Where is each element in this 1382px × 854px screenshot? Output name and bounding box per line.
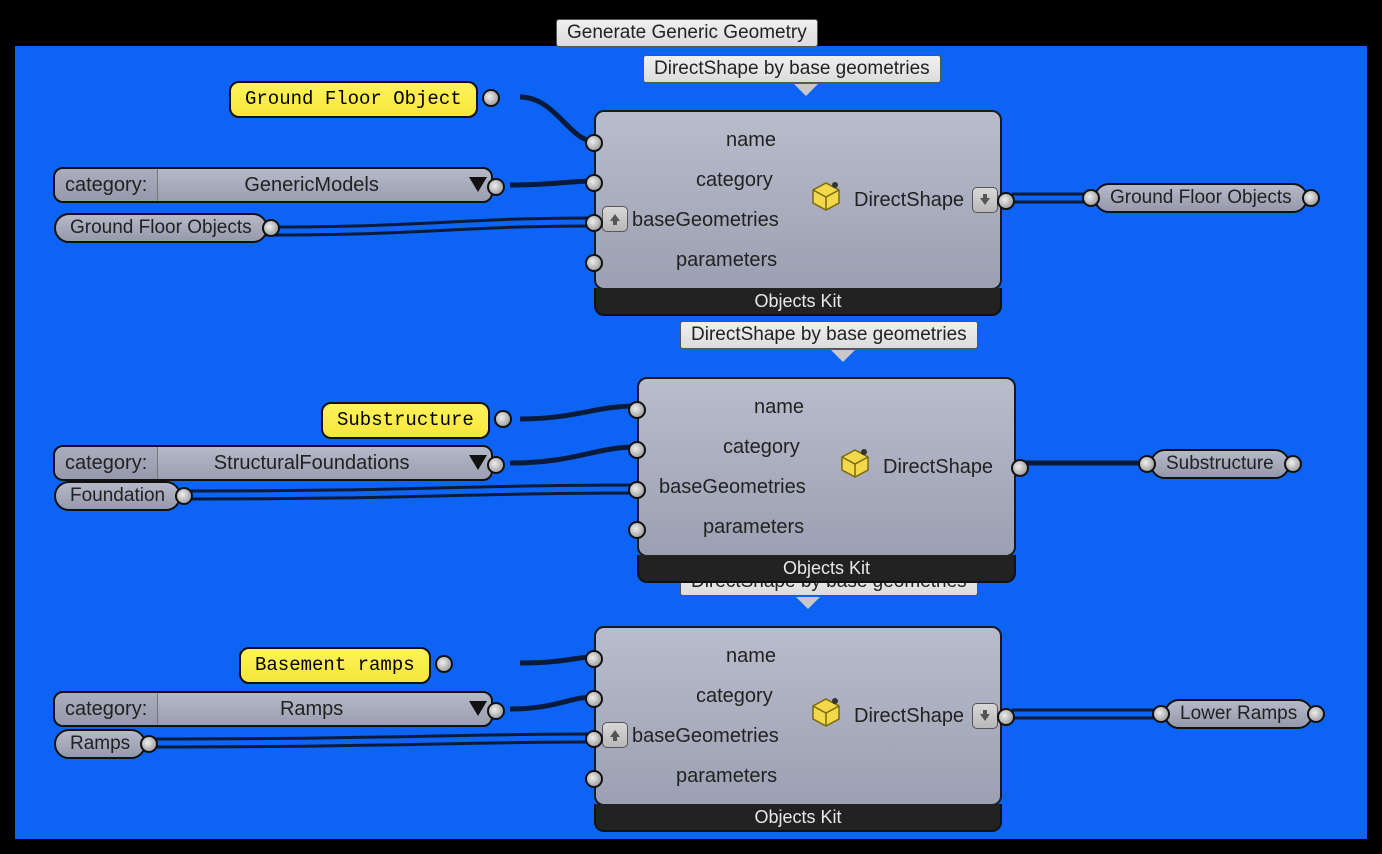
directshape-node-2[interactable]: name category baseGeometries parameters … xyxy=(637,377,1016,557)
cube-icon xyxy=(810,696,842,733)
port-out-directshape[interactable] xyxy=(997,192,1015,210)
input-label-basegeometries: baseGeometries xyxy=(659,476,806,499)
category-selector-3[interactable]: category: Ramps xyxy=(53,691,493,727)
param-label: Ramps xyxy=(70,733,130,754)
category-value: StructuralFoundations xyxy=(158,452,465,475)
node-footer: Objects Kit xyxy=(594,804,1002,832)
text-panel-value: Ground Floor Object xyxy=(245,88,462,110)
port-out[interactable] xyxy=(1284,455,1302,473)
pointer-icon xyxy=(796,597,820,609)
input-label-basegeometries: baseGeometries xyxy=(632,209,779,232)
input-label-name: name xyxy=(726,645,776,668)
category-value: Ramps xyxy=(158,698,465,721)
param-ground-floor-objects-in[interactable]: Ground Floor Objects xyxy=(54,213,268,243)
pointer-icon xyxy=(831,350,855,362)
input-label-category: category xyxy=(696,169,773,192)
port-out[interactable] xyxy=(1302,189,1320,207)
input-label-parameters: parameters xyxy=(703,516,804,539)
input-label-parameters: parameters xyxy=(676,765,777,788)
node-footer: Objects Kit xyxy=(637,555,1016,583)
port-in-category[interactable] xyxy=(628,441,646,459)
cube-icon xyxy=(810,180,842,217)
input-label-parameters: parameters xyxy=(676,249,777,272)
port-in-parameters[interactable] xyxy=(585,254,603,272)
text-panel-substructure[interactable]: Substructure xyxy=(321,402,490,439)
input-label-basegeometries: baseGeometries xyxy=(632,725,779,748)
category-label: category: xyxy=(55,169,158,201)
param-foundation-in[interactable]: Foundation xyxy=(54,481,181,511)
port-in-basegeometries[interactable] xyxy=(585,214,603,232)
node1-tooltip: DirectShape by base geometries xyxy=(643,55,941,83)
param-label: Foundation xyxy=(70,485,165,506)
list-access-down-icon[interactable] xyxy=(972,187,998,213)
text-panel-value: Basement ramps xyxy=(255,654,415,676)
directshape-node-1[interactable]: name category baseGeometries parameters … xyxy=(594,110,1002,290)
node2-tooltip: DirectShape by base geometries xyxy=(680,321,978,349)
param-label: Ground Floor Objects xyxy=(1110,187,1292,208)
cube-icon xyxy=(839,447,871,484)
param-ground-floor-objects-out[interactable]: Ground Floor Objects xyxy=(1094,183,1308,213)
port-out[interactable] xyxy=(487,456,505,474)
port-in-category[interactable] xyxy=(585,690,603,708)
category-value: GenericModels xyxy=(158,174,465,197)
port-out[interactable] xyxy=(494,410,512,428)
port-in[interactable] xyxy=(1152,705,1170,723)
output-label-directshape: DirectShape xyxy=(854,705,964,728)
group-title: Generate Generic Geometry xyxy=(556,19,818,47)
category-selector-2[interactable]: category: StructuralFoundations xyxy=(53,445,493,481)
category-label: category: xyxy=(55,447,158,479)
text-panel-basement-ramps[interactable]: Basement ramps xyxy=(239,647,431,684)
text-panel-ground-floor-object[interactable]: Ground Floor Object xyxy=(229,81,478,118)
port-out[interactable] xyxy=(487,702,505,720)
port-in[interactable] xyxy=(1138,455,1156,473)
port-out[interactable] xyxy=(262,219,280,237)
param-lower-ramps-out[interactable]: Lower Ramps xyxy=(1164,699,1313,729)
port-in-name[interactable] xyxy=(628,401,646,419)
param-label: Lower Ramps xyxy=(1180,703,1297,724)
category-label: category: xyxy=(55,693,158,725)
list-access-down-icon[interactable] xyxy=(972,703,998,729)
output-label-directshape: DirectShape xyxy=(854,189,964,212)
port-out[interactable] xyxy=(175,487,193,505)
port-in[interactable] xyxy=(1082,189,1100,207)
pointer-icon xyxy=(794,84,818,96)
port-out[interactable] xyxy=(482,89,500,107)
port-in-basegeometries[interactable] xyxy=(628,481,646,499)
port-in-name[interactable] xyxy=(585,134,603,152)
output-label-directshape: DirectShape xyxy=(883,456,993,479)
port-out-directshape[interactable] xyxy=(997,708,1015,726)
text-panel-value: Substructure xyxy=(337,409,474,431)
port-out[interactable] xyxy=(435,655,453,673)
list-access-up-icon[interactable] xyxy=(602,722,628,748)
port-in-name[interactable] xyxy=(585,650,603,668)
input-label-category: category xyxy=(723,436,800,459)
directshape-node-3[interactable]: name category baseGeometries parameters … xyxy=(594,626,1002,806)
port-out[interactable] xyxy=(487,178,505,196)
port-in-parameters[interactable] xyxy=(628,521,646,539)
param-substructure-out[interactable]: Substructure xyxy=(1150,449,1290,479)
port-in-category[interactable] xyxy=(585,174,603,192)
port-in-basegeometries[interactable] xyxy=(585,730,603,748)
param-label: Ground Floor Objects xyxy=(70,217,252,238)
category-selector-1[interactable]: category: GenericModels xyxy=(53,167,493,203)
param-ramps-in[interactable]: Ramps xyxy=(54,729,146,759)
input-label-category: category xyxy=(696,685,773,708)
port-in-parameters[interactable] xyxy=(585,770,603,788)
list-access-up-icon[interactable] xyxy=(602,206,628,232)
param-label: Substructure xyxy=(1166,453,1274,474)
input-label-name: name xyxy=(726,129,776,152)
port-out-directshape[interactable] xyxy=(1011,459,1029,477)
input-label-name: name xyxy=(754,396,804,419)
node-footer: Objects Kit xyxy=(594,288,1002,316)
